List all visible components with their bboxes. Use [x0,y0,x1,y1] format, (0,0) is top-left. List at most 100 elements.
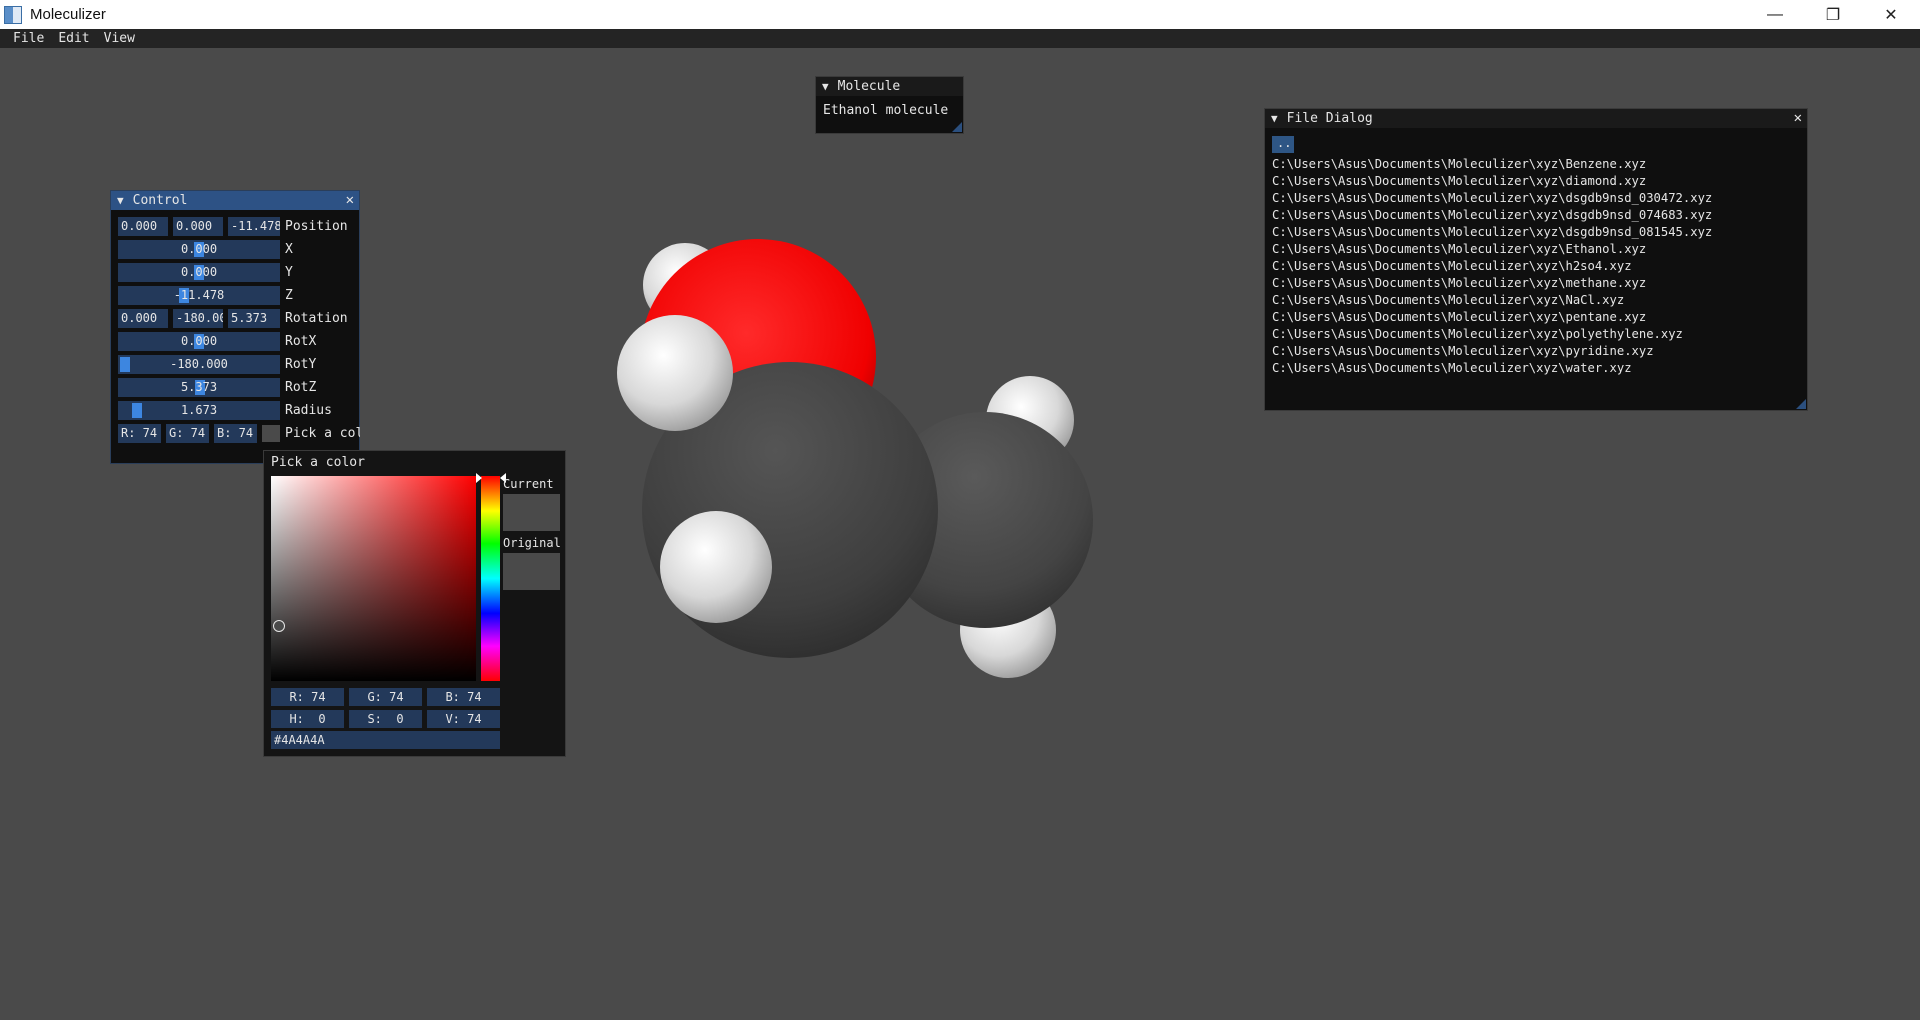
color-picker-title: Pick a color [271,455,365,470]
control-window: ▼ Control ✕ 0.000 0.000 -11.478 Position… [110,190,360,464]
file-item[interactable]: C:\Users\Asus\Documents\Moleculizer\xyz\… [1272,190,1712,207]
file-item[interactable]: C:\Users\Asus\Documents\Moleculizer\xyz\… [1272,292,1712,309]
rotz-label: RotZ [285,380,317,395]
color-swatch-button[interactable] [262,425,280,442]
rotx-slider[interactable]: 0.000 [118,332,280,351]
z-value: -11.478 [173,288,225,302]
y-label: Y [285,265,293,280]
position-x-input[interactable]: 0.000 [118,217,168,236]
file-item[interactable]: C:\Users\Asus\Documents\Moleculizer\xyz\… [1272,207,1712,224]
file-item[interactable]: C:\Users\Asus\Documents\Moleculizer\xyz\… [1272,343,1712,360]
radius-label: Radius [285,403,332,418]
roty-slider[interactable]: -180.000 [118,355,280,374]
radius-slider[interactable]: 1.673 [118,401,280,420]
picker-h-input[interactable]: H: 0 [271,710,344,728]
slider-grab[interactable] [120,357,130,372]
molecule-window-titlebar[interactable]: ▼ Molecule [816,77,963,96]
z-slider[interactable]: -11.478 [118,286,280,305]
color-picker-popup: Pick a color Current Original R: 74 G: 7… [263,450,566,757]
x-value: 0.000 [180,242,218,256]
hue-bar[interactable] [481,476,500,681]
rotation-row: 0.000 -180.00 5.373 [118,309,280,328]
file-item[interactable]: C:\Users\Asus\Documents\Moleculizer\xyz\… [1272,258,1712,275]
window-titlebar: Moleculizer — ❐ ✕ [0,0,1920,29]
pick-color-label: Pick a color [285,426,360,441]
parent-directory-button[interactable]: .. [1272,136,1294,153]
menu-edit[interactable]: Edit [51,29,96,48]
hex-input[interactable]: #4A4A4A [271,731,500,749]
molecule-name: Ethanol molecule [823,103,949,118]
y-slider[interactable]: 0.000 [118,263,280,282]
roty-value: -180.000 [170,357,228,371]
original-color-swatch[interactable] [503,553,560,590]
collapse-triangle-icon[interactable]: ▼ [117,194,124,207]
minimize-icon: — [1767,5,1783,23]
file-item[interactable]: C:\Users\Asus\Documents\Moleculizer\xyz\… [1272,275,1712,292]
close-icon[interactable]: ✕ [346,191,354,210]
slider-grab[interactable] [131,403,142,418]
position-row: 0.000 0.000 -11.478 [118,217,280,236]
file-item[interactable]: C:\Users\Asus\Documents\Moleculizer\xyz\… [1272,241,1712,258]
rotz-value: 5.373 [180,380,218,394]
app-icon [4,5,22,24]
file-list: C:\Users\Asus\Documents\Moleculizer\xyz\… [1272,156,1712,377]
file-item[interactable]: C:\Users\Asus\Documents\Moleculizer\xyz\… [1272,326,1712,343]
picker-r-input[interactable]: R: 74 [271,688,344,706]
menu-file[interactable]: File [6,29,51,48]
close-icon: ✕ [1884,6,1898,24]
control-window-titlebar[interactable]: ▼ Control ✕ [111,191,359,210]
color-g-input[interactable]: G: 74 [166,424,209,443]
file-dialog-window: ▼ File Dialog ✕ .. C:\Users\Asus\Documen… [1264,108,1808,411]
close-icon[interactable]: ✕ [1794,109,1802,128]
picker-b-input[interactable]: B: 74 [427,688,500,706]
y-value: 0.000 [180,265,218,279]
position-z-input[interactable]: -11.478 [228,217,280,236]
radius-value: 1.673 [180,403,218,417]
hue-marker-icon [476,473,482,483]
rotation-label: Rotation [285,311,348,326]
rotz-slider[interactable]: 5.373 [118,378,280,397]
file-item[interactable]: C:\Users\Asus\Documents\Moleculizer\xyz\… [1272,224,1712,241]
restore-icon: ❐ [1825,6,1841,24]
picker-v-input[interactable]: V: 74 [427,710,500,728]
resize-grip-icon[interactable] [952,122,962,132]
file-item[interactable]: C:\Users\Asus\Documents\Moleculizer\xyz\… [1272,156,1712,173]
original-label: Original [503,536,561,550]
picker-s-input[interactable]: S: 0 [349,710,422,728]
color-row: R: 74 G: 74 B: 74 [118,424,280,443]
current-color-swatch [503,494,560,531]
picker-g-input[interactable]: G: 74 [349,688,422,706]
position-label: Position [285,219,348,234]
atom-hydrogen [660,511,772,623]
file-dialog-titlebar[interactable]: ▼ File Dialog ✕ [1265,109,1807,128]
resize-grip-icon[interactable] [1796,399,1806,409]
molecule-window-title: Molecule [837,79,901,94]
rotx-label: RotX [285,334,317,349]
menu-bar: File Edit View [0,29,1920,48]
moleculizer-app: Moleculizer — ❐ ✕ File Edit View ▼ Molec… [0,0,1920,1020]
file-item[interactable]: C:\Users\Asus\Documents\Moleculizer\xyz\… [1272,360,1712,377]
minimize-button[interactable]: — [1746,0,1804,29]
atom-hydrogen [617,315,733,431]
file-item[interactable]: C:\Users\Asus\Documents\Moleculizer\xyz\… [1272,173,1712,190]
z-label: Z [285,288,293,303]
color-b-input[interactable]: B: 74 [214,424,257,443]
rotx-value: 0.000 [180,334,218,348]
rotation-z-input[interactable]: 5.373 [228,309,280,328]
color-r-input[interactable]: R: 74 [118,424,161,443]
collapse-triangle-icon[interactable]: ▼ [822,80,829,93]
collapse-triangle-icon[interactable]: ▼ [1271,112,1278,125]
saturation-value-square[interactable] [271,476,476,681]
rotation-y-input[interactable]: -180.00 [173,309,223,328]
position-y-input[interactable]: 0.000 [173,217,223,236]
menu-view[interactable]: View [97,29,142,48]
rotation-x-input[interactable]: 0.000 [118,309,168,328]
x-slider[interactable]: 0.000 [118,240,280,259]
close-window-button[interactable]: ✕ [1862,0,1920,29]
sv-cursor[interactable] [273,620,285,632]
window-title: Moleculizer [30,6,106,23]
maximize-button[interactable]: ❐ [1804,0,1862,29]
control-window-title: Control [132,193,188,208]
molecule-viewport[interactable] [600,210,1120,700]
file-item[interactable]: C:\Users\Asus\Documents\Moleculizer\xyz\… [1272,309,1712,326]
